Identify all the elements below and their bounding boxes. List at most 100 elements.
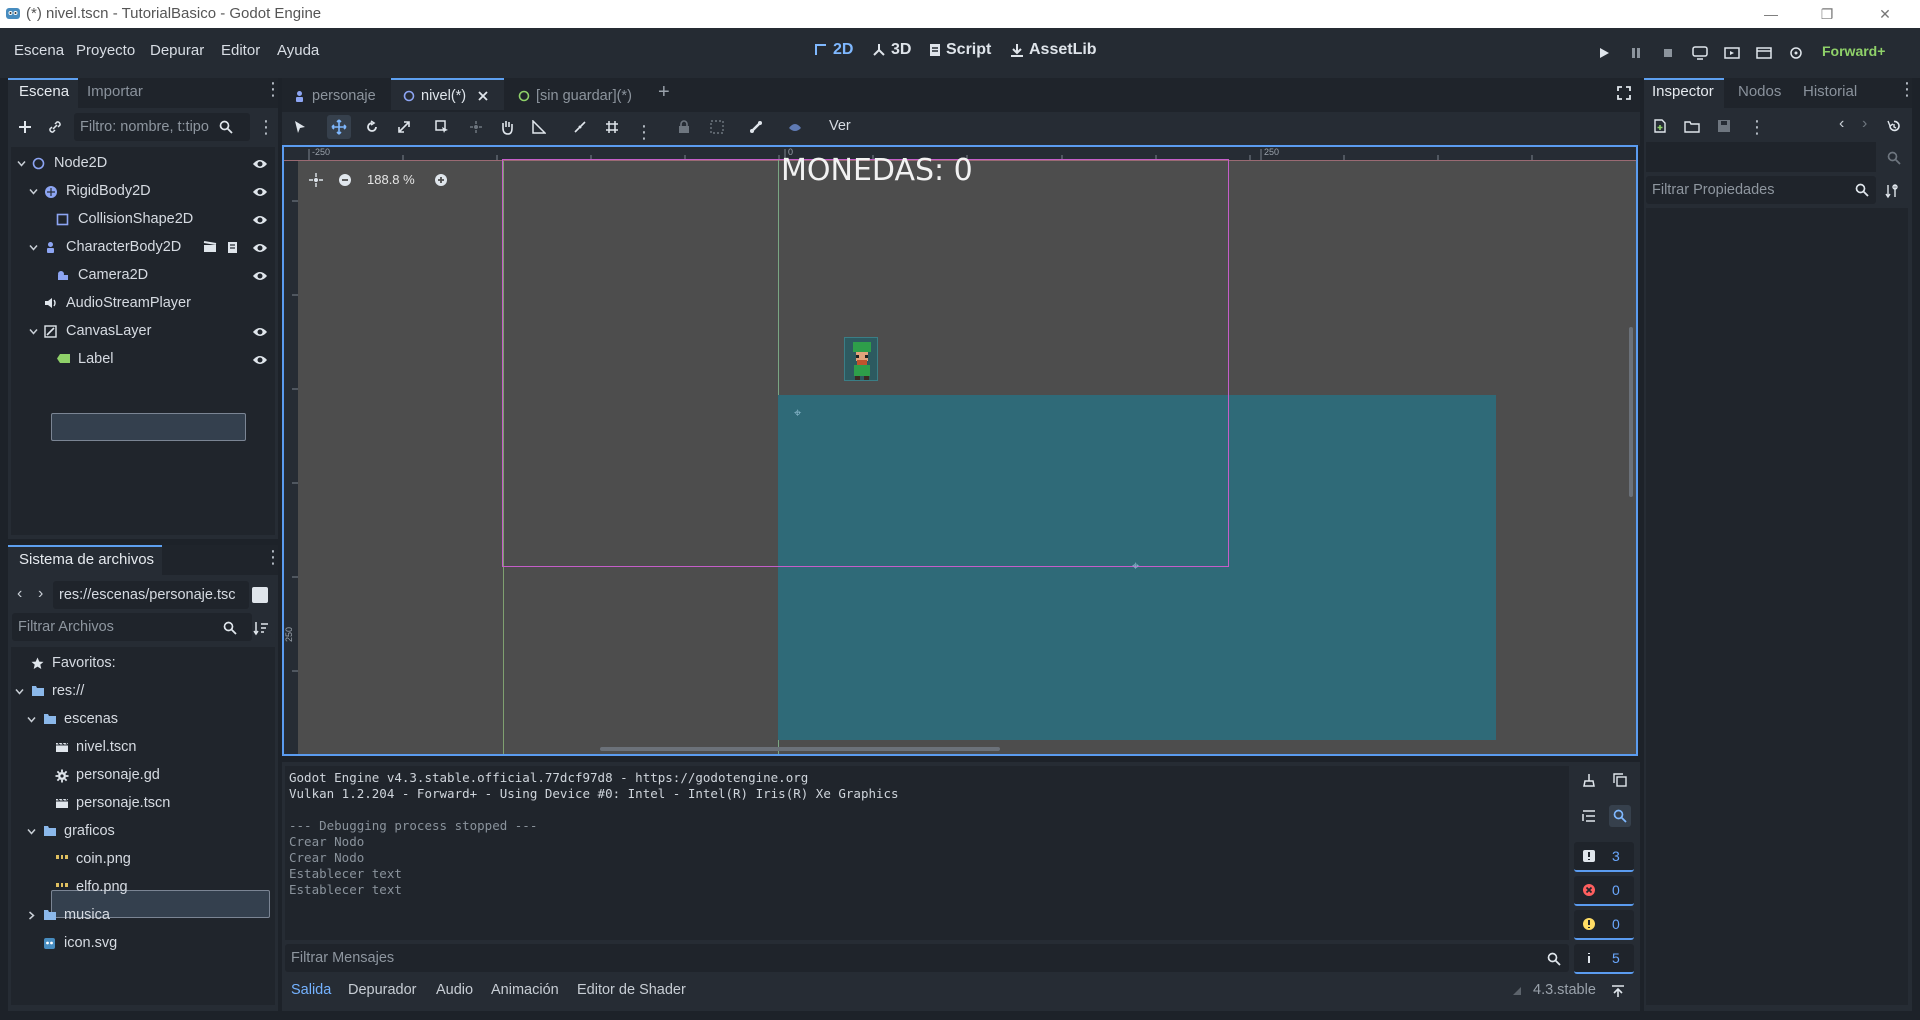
errors-counter[interactable]: 0 [1574, 876, 1634, 906]
menu-ayuda[interactable]: Ayuda [277, 42, 319, 59]
object-selector[interactable] [1646, 142, 1876, 172]
stop-button[interactable] [1656, 41, 1680, 65]
message-filter-input[interactable]: Filtrar Mensajes [285, 944, 1569, 972]
remote-debug-icon[interactable] [1688, 41, 1712, 65]
distraction-free-icon[interactable] [1615, 84, 1633, 102]
menu-proyecto[interactable]: Proyecto [76, 42, 135, 59]
tab-escena[interactable]: Escena [19, 83, 69, 100]
zoom-in-icon[interactable] [433, 172, 449, 188]
zoom-level[interactable]: 188.8 % [367, 172, 415, 187]
dock-menu-icon[interactable]: ⋮ [264, 80, 282, 98]
chevron-right-icon[interactable] [27, 911, 36, 920]
tab-inspector[interactable]: Inspector [1652, 83, 1714, 100]
file-item[interactable]: musica [11, 903, 271, 929]
chevron-down-icon[interactable] [27, 715, 36, 724]
menu-escena[interactable]: Escena [14, 42, 64, 59]
tab-nivel[interactable]: nivel(*) [403, 82, 488, 110]
scene-node-collisionshape2d[interactable]: CollisionShape2D [11, 207, 271, 233]
property-filter-input[interactable]: Filtrar Propiedades [1646, 176, 1876, 204]
maximize-button[interactable]: ❐ [1804, 0, 1850, 28]
tab-salida[interactable]: Salida [291, 982, 331, 998]
sort-icon[interactable] [252, 619, 270, 637]
workspace-assetlib[interactable]: AssetLib [1010, 41, 1097, 59]
filter-search-toggle-icon[interactable] [1609, 805, 1631, 827]
tab-nodos[interactable]: Nodos [1738, 83, 1781, 100]
menu-editor[interactable]: Editor [221, 42, 260, 59]
clear-output-icon[interactable] [1578, 769, 1600, 791]
tab-importar[interactable]: Importar [87, 83, 143, 100]
clapperboard-icon[interactable] [203, 241, 217, 253]
link-icon[interactable] [44, 116, 66, 138]
visibility-eye-icon[interactable] [252, 354, 268, 366]
file-item[interactable]: icon.svg [11, 931, 271, 957]
tab-sin-guardar[interactable]: [sin guardar](*) [518, 82, 632, 110]
property-settings-icon[interactable] [1884, 182, 1902, 200]
visibility-eye-icon[interactable] [252, 186, 268, 198]
object-search-icon[interactable] [1884, 148, 1904, 168]
save-icon[interactable] [1714, 116, 1734, 136]
bone-icon[interactable] [744, 115, 768, 139]
play-custom-scene-icon[interactable] [1752, 41, 1776, 65]
forward-icon[interactable]: › [38, 585, 43, 603]
new-tab-icon[interactable]: + [658, 81, 670, 104]
horizontal-scrollbar[interactable] [600, 747, 1000, 751]
tab-depurador[interactable]: Depurador [348, 982, 417, 998]
pivot-tool-icon[interactable] [464, 115, 488, 139]
chevron-down-icon[interactable] [29, 243, 38, 252]
scene-options-icon[interactable]: ⋮ [257, 118, 275, 136]
expand-panel-icon[interactable] [1609, 982, 1627, 1000]
scale-tool-icon[interactable] [392, 115, 416, 139]
visibility-eye-icon[interactable] [252, 214, 268, 226]
scene-node-characterbody2d[interactable]: CharacterBody2D [11, 235, 271, 261]
history-forward-icon[interactable]: › [1862, 115, 1867, 133]
menu-depurar[interactable]: Depurar [150, 42, 204, 59]
chevron-down-icon[interactable] [27, 827, 36, 836]
file-item[interactable]: nivel.tscn [11, 735, 271, 761]
close-window-button[interactable]: ✕ [1862, 0, 1908, 28]
object-history-icon[interactable] [1884, 116, 1904, 136]
workspace-script[interactable]: Script [929, 41, 991, 59]
warnings-counter[interactable]: 0 [1574, 910, 1634, 940]
chevron-down-icon[interactable] [17, 159, 26, 168]
renderer-selector[interactable]: Forward+ [1822, 43, 1885, 59]
new-resource-icon[interactable] [1650, 116, 1670, 136]
file-item[interactable]: graficos [11, 819, 271, 845]
view-menu[interactable]: Ver [829, 118, 851, 134]
scene-node-node2d[interactable]: Node2D [11, 151, 271, 177]
copy-output-icon[interactable] [1609, 769, 1631, 791]
close-tab-icon[interactable] [478, 91, 488, 101]
inspector-options-icon[interactable]: ⋮ [1748, 118, 1766, 136]
history-back-icon[interactable]: ‹ [1839, 115, 1844, 133]
grid-snap-icon[interactable] [600, 115, 624, 139]
2d-viewport[interactable]: -250 0 250 250 ⌖ ⌖ MONEDAS: 0 188.8 % [282, 145, 1638, 756]
chevron-down-icon[interactable] [29, 327, 38, 336]
selectable-nodes-icon[interactable] [430, 115, 454, 139]
visibility-eye-icon[interactable] [252, 242, 268, 254]
file-item[interactable]: personaje.gd [11, 763, 271, 789]
file-item[interactable]: res:// [11, 679, 271, 705]
pan-tool-icon[interactable] [495, 115, 519, 139]
smart-snap-icon[interactable] [568, 115, 592, 139]
visibility-eye-icon[interactable] [252, 270, 268, 282]
file-item[interactable]: personaje.tscn [11, 791, 271, 817]
physics-icon[interactable] [783, 115, 807, 139]
scene-node-audiostreamplayer[interactable]: AudioStreamPlayer [11, 291, 271, 317]
info-counter[interactable]: 5 [1574, 944, 1634, 974]
tab-audio[interactable]: Audio [436, 982, 473, 998]
file-item[interactable]: elfo.png [11, 875, 271, 901]
rotate-tool-icon[interactable] [360, 115, 384, 139]
tab-sistema-de-archivos[interactable]: Sistema de archivos [19, 551, 154, 568]
tab-editor-de-shader[interactable]: Editor de Shader [577, 982, 686, 998]
inspector-menu-icon[interactable]: ⋮ [1898, 80, 1916, 98]
chevron-down-icon[interactable] [29, 187, 38, 196]
add-node-icon[interactable] [14, 116, 36, 138]
workspace-2d[interactable]: 2D [814, 41, 853, 59]
fs-dock-menu-icon[interactable]: ⋮ [264, 548, 282, 566]
visibility-eye-icon[interactable] [252, 158, 268, 170]
scene-node-camera2d[interactable]: Camera2D [11, 263, 271, 289]
scene-node-canvaslayer[interactable]: CanvasLayer [11, 319, 271, 345]
file-filter-input[interactable]: Filtrar Archivos [12, 613, 252, 641]
select-tool-icon[interactable] [288, 115, 312, 139]
pause-button[interactable] [1624, 41, 1648, 65]
file-item[interactable]: Favoritos: [11, 651, 271, 677]
